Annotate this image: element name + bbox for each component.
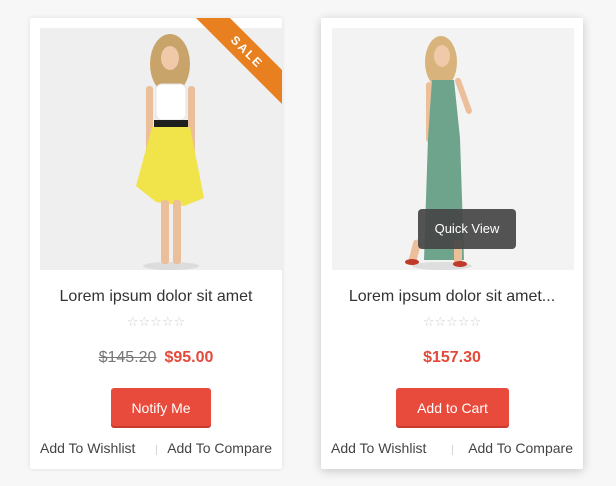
add-to-compare-link[interactable]: Add To Compare [468, 440, 573, 456]
product-card: Quick View Lorem ipsum dolor sit amet...… [321, 18, 583, 469]
sale-ribbon: SALE [186, 18, 282, 114]
price: $157.30 [423, 349, 481, 366]
product-title[interactable]: Lorem ipsum dolor sit amet [30, 288, 282, 306]
quick-view-button[interactable]: Quick View [418, 209, 516, 249]
rating-stars: ☆☆☆☆☆ [422, 314, 482, 329]
divider [156, 445, 157, 455]
add-to-wishlist-link[interactable]: Add To Wishlist [40, 440, 135, 456]
old-price: $145.20 [98, 349, 157, 366]
add-to-wishlist-link[interactable]: Add To Wishlist [331, 440, 426, 456]
price-row: $145.20 $95.00 [30, 349, 282, 367]
add-to-cart-button[interactable]: Add to Cart [396, 388, 509, 426]
sale-price: $95.00 [164, 349, 214, 366]
notify-me-button[interactable]: Notify Me [111, 388, 211, 426]
divider [452, 445, 453, 455]
sale-badge: SALE [192, 18, 282, 107]
add-to-compare-link[interactable]: Add To Compare [167, 440, 272, 456]
product-card: SALE Lorem ipsum dolor sit amet ☆☆☆☆☆ $1… [30, 18, 282, 469]
product-image[interactable]: Quick View [332, 28, 574, 270]
rating-stars: ☆☆☆☆☆ [126, 314, 186, 329]
price-row: $157.30 [321, 349, 583, 367]
product-title[interactable]: Lorem ipsum dolor sit amet... [321, 288, 583, 306]
